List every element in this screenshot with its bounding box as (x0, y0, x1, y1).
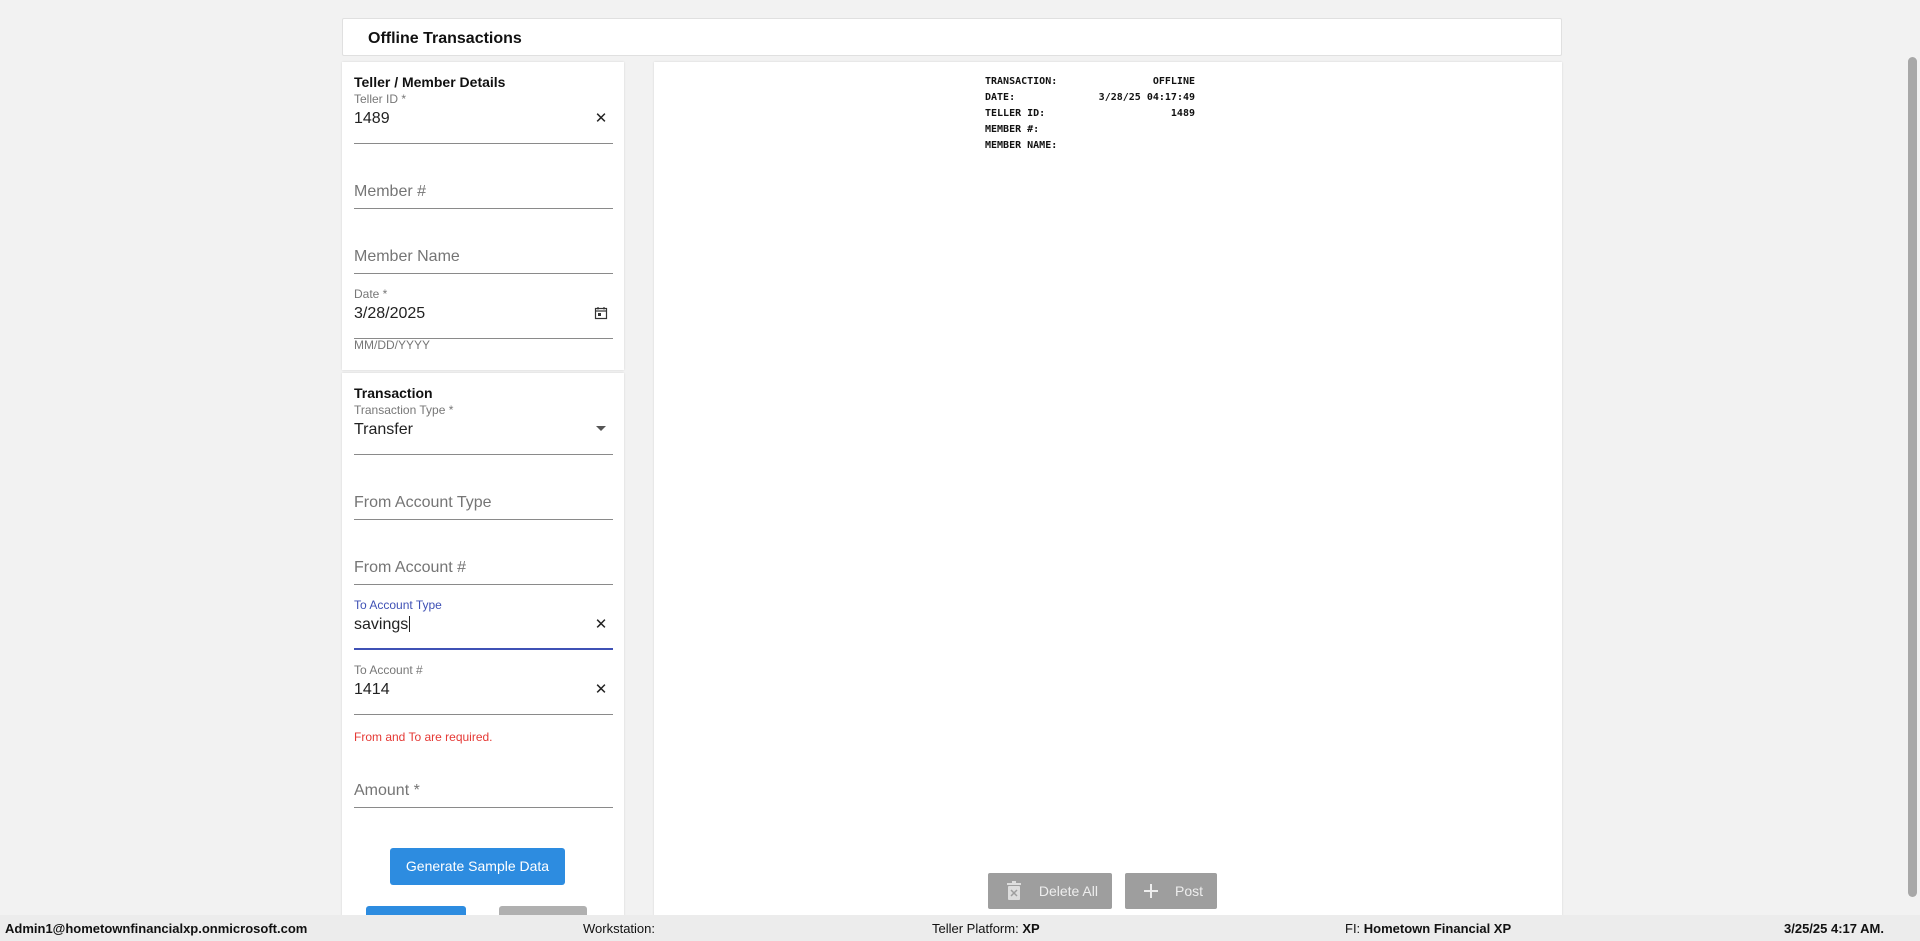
status-platform-label: Teller Platform: (932, 921, 1019, 936)
status-workstation: Workstation: (583, 921, 655, 936)
from-account-number-placeholder: From Account # (354, 559, 467, 576)
text-caret (409, 616, 411, 632)
teller-id-value[interactable]: 1489 (354, 110, 390, 128)
to-account-number-value[interactable]: 1414 (354, 681, 390, 699)
date-field[interactable]: Date * 3/28/2025 (354, 287, 613, 339)
receipt-row: MEMBER #: (985, 122, 1195, 138)
receipt-row: TRANSACTION: OFFLINE (985, 74, 1195, 90)
member-number-placeholder: Member # (354, 183, 427, 200)
field-underline (354, 143, 613, 144)
generate-sample-data-button[interactable]: Generate Sample Data (390, 848, 565, 885)
receipt-value: 3/28/25 04:17:49 (1098, 92, 1195, 103)
receipt-value: OFFLINE (1152, 76, 1195, 87)
to-account-number-label: To Account # (354, 663, 423, 677)
delete-all-label: Delete All (1038, 883, 1098, 899)
receipt-label: DATE: (985, 92, 1016, 103)
receipt-row: DATE: 3/28/25 04:17:49 (985, 90, 1195, 106)
field-underline (354, 807, 613, 808)
calendar-icon[interactable] (593, 306, 609, 322)
amount-placeholder: Amount * (354, 782, 420, 799)
date-value[interactable]: 3/28/2025 (354, 305, 425, 323)
plus-icon (1143, 873, 1159, 911)
dropdown-arrow-icon[interactable] (593, 422, 609, 438)
amount-field[interactable]: Amount * (354, 756, 613, 808)
receipt-label: TRANSACTION: (985, 76, 1058, 87)
status-user-value: Admin1@hometownfinancialxp.onmicrosoft.c… (5, 921, 308, 936)
transaction-section-title: Transaction (354, 385, 433, 401)
to-account-type-label: To Account Type (354, 598, 442, 612)
to-account-type-text: savings (354, 616, 409, 633)
transaction-type-label: Transaction Type * (354, 403, 454, 417)
status-bar: Admin1@hometownfinancialxp.onmicrosoft.c… (0, 915, 1920, 941)
status-workstation-label: Workstation: (583, 921, 656, 936)
receipt: TRANSACTION: OFFLINE DATE: 3/28/25 04:17:4… (985, 74, 1195, 154)
date-label: Date * (354, 287, 388, 301)
date-helper-text: MM/DD/YYYY (354, 338, 431, 352)
scrollbar-thumb[interactable] (1908, 57, 1917, 897)
member-number-field[interactable]: Member # (354, 157, 613, 209)
from-account-type-field[interactable]: From Account Type (354, 468, 613, 520)
field-underline (354, 208, 613, 209)
status-fi: FI: Hometown Financial XP (1345, 921, 1511, 936)
transaction-type-select[interactable]: Transaction Type * Transfer (354, 403, 613, 455)
page-scrollbar[interactable] (1904, 0, 1920, 915)
receipt-value: 1489 (1170, 108, 1195, 119)
page-title: Offline Transactions (368, 30, 522, 47)
status-platform-value: XP (1022, 921, 1040, 936)
status-fi-value: Hometown Financial XP (1363, 921, 1512, 936)
field-underline (354, 584, 613, 585)
delete-all-button[interactable]: Delete All (988, 873, 1112, 909)
from-account-number-field[interactable]: From Account # (354, 533, 613, 585)
close-icon[interactable]: ✕ (593, 682, 609, 698)
status-datetime: 3/25/25 4:17 AM. (1784, 921, 1884, 936)
post-button[interactable]: Post (1125, 873, 1217, 909)
receipt-label: TELLER ID: (985, 108, 1046, 119)
receipt-row: MEMBER NAME: (985, 138, 1195, 154)
receipt-row: TELLER ID: 1489 (985, 106, 1195, 122)
field-underline (354, 519, 613, 520)
close-icon[interactable]: ✕ (593, 111, 609, 127)
close-icon[interactable]: ✕ (593, 617, 609, 633)
teller-id-label: Teller ID * (354, 92, 407, 106)
field-underline (354, 273, 613, 274)
validation-error: From and To are required. (354, 730, 493, 744)
status-datetime-value: 3/25/25 4:17 AM. (1784, 921, 1884, 936)
to-account-number-field[interactable]: To Account # 1414 ✕ (354, 663, 613, 715)
status-fi-label: FI: (1345, 921, 1361, 936)
teller-member-panel: Teller / Member Details Teller ID * 1489… (342, 62, 624, 370)
transaction-type-value[interactable]: Transfer (354, 421, 413, 439)
receipt-preview-panel: TRANSACTION: OFFLINE DATE: 3/28/25 04:17:4… (654, 62, 1562, 916)
field-underline (354, 648, 613, 650)
to-account-type-field[interactable]: To Account Type savings ✕ (354, 598, 613, 650)
member-name-placeholder: Member Name (354, 248, 460, 265)
field-underline (354, 454, 613, 455)
post-label: Post (1174, 883, 1203, 899)
status-user: Admin1@hometownfinancialxp.onmicrosoft.c… (5, 921, 307, 936)
receipt-label: MEMBER NAME: (985, 140, 1058, 151)
field-underline (354, 714, 613, 715)
receipt-label: MEMBER #: (985, 124, 1040, 135)
teller-id-field[interactable]: Teller ID * 1489 ✕ (354, 92, 613, 144)
trash-icon (1006, 873, 1022, 913)
to-account-type-value[interactable]: savings (354, 616, 411, 634)
transaction-panel: Transaction Transaction Type * Transfer … (342, 373, 624, 916)
teller-section-title: Teller / Member Details (354, 74, 506, 90)
member-name-field[interactable]: Member Name (354, 222, 613, 274)
page-header: Offline Transactions (342, 18, 1562, 56)
status-teller-platform: Teller Platform: XP (932, 921, 1040, 936)
from-account-type-placeholder: From Account Type (354, 494, 492, 511)
